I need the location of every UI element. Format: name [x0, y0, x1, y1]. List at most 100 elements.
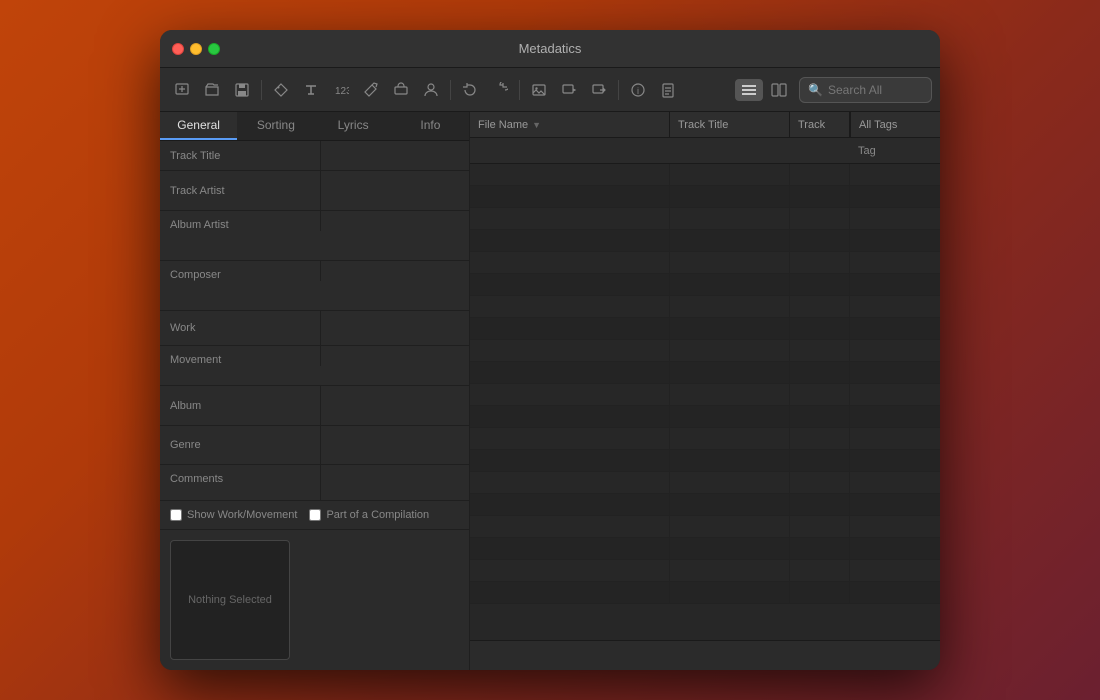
view-toggle [735, 79, 793, 101]
artwork-box[interactable]: Nothing Selected [170, 540, 290, 660]
table-row[interactable] [470, 516, 940, 538]
file-name-cell [470, 560, 670, 581]
file-rows [470, 164, 940, 640]
file-name-cell [470, 384, 670, 405]
table-row[interactable] [470, 450, 940, 472]
album-input[interactable] [320, 386, 469, 425]
text-icon[interactable] [297, 76, 325, 104]
table-row[interactable] [470, 582, 940, 604]
tab-lyrics[interactable]: Lyrics [315, 112, 392, 140]
track-title-cell [670, 252, 790, 273]
maximize-button[interactable] [208, 43, 220, 55]
tab-sorting[interactable]: Sorting [237, 112, 314, 140]
table-row[interactable] [470, 428, 940, 450]
minimize-button[interactable] [190, 43, 202, 55]
tag-cell [850, 494, 940, 515]
img-edit-icon[interactable] [555, 76, 583, 104]
image-icon[interactable] [525, 76, 553, 104]
compilation-checkbox[interactable]: Part of a Compilation [309, 509, 429, 521]
track-artist-label: Track Artist [160, 171, 320, 210]
tag-cell [850, 318, 940, 339]
info-icon[interactable]: i [624, 76, 652, 104]
window-title: Metadatics [519, 41, 582, 56]
number-icon[interactable]: 123 [327, 76, 355, 104]
track-title-cell [670, 274, 790, 295]
save-icon[interactable] [228, 76, 256, 104]
album-artist-row: Album Artist Track Number of [160, 211, 469, 261]
track-title-cell [670, 406, 790, 427]
composer-input[interactable] [320, 261, 469, 281]
compilation-input[interactable] [309, 509, 321, 521]
album-row: Album BPM [160, 386, 469, 426]
script-icon[interactable] [654, 76, 682, 104]
close-button[interactable] [172, 43, 184, 55]
track-title-cell [670, 362, 790, 383]
traffic-lights [172, 43, 220, 55]
separator-2 [450, 80, 451, 100]
rename-icon[interactable] [387, 76, 415, 104]
genre-input[interactable] [320, 426, 469, 464]
comments-input[interactable] [320, 465, 469, 500]
file-name-cell [470, 164, 670, 185]
artwork-label: Nothing Selected [188, 594, 272, 606]
table-row[interactable] [470, 208, 940, 230]
table-row[interactable] [470, 164, 940, 186]
table-row[interactable] [470, 362, 940, 384]
all-tags-header: All Tags [851, 112, 940, 138]
table-row[interactable] [470, 274, 940, 296]
tag-cell [850, 384, 940, 405]
redo-icon[interactable] [486, 76, 514, 104]
table-row[interactable] [470, 296, 940, 318]
file-name-header[interactable]: File Name ▼ [470, 112, 670, 137]
track-num-cell [790, 582, 850, 603]
search-input[interactable] [828, 83, 923, 97]
file-name-cell [470, 274, 670, 295]
toolbar: 123 i [160, 68, 940, 112]
sort-arrow: ▼ [532, 120, 541, 130]
table-row[interactable] [470, 406, 940, 428]
table-row[interactable] [470, 560, 940, 582]
separator-4 [618, 80, 619, 100]
file-name-cell [470, 450, 670, 471]
table-row[interactable] [470, 472, 940, 494]
view-column-button[interactable] [765, 79, 793, 101]
track-num-cell [790, 208, 850, 229]
comments-row: Comments [160, 465, 469, 500]
show-work-movement-checkbox[interactable]: Show Work/Movement [170, 509, 297, 521]
table-row[interactable] [470, 384, 940, 406]
table-row[interactable] [470, 318, 940, 340]
tag-icon[interactable] [267, 76, 295, 104]
table-row[interactable] [470, 538, 940, 560]
track-title-cell [670, 164, 790, 185]
album-artist-input[interactable] [320, 211, 469, 231]
track-title-cell [670, 208, 790, 229]
table-row[interactable] [470, 186, 940, 208]
tools-icon[interactable] [357, 76, 385, 104]
genre-label: Genre [160, 426, 320, 464]
tab-info[interactable]: Info [392, 112, 469, 140]
track-num-cell [790, 516, 850, 537]
person-icon[interactable] [417, 76, 445, 104]
movement-input[interactable] [320, 346, 469, 366]
show-work-movement-input[interactable] [170, 509, 182, 521]
tags-columns: Tag Value [850, 138, 940, 164]
svg-text:123: 123 [335, 86, 349, 97]
table-row[interactable] [470, 494, 940, 516]
table-row[interactable] [470, 340, 940, 362]
work-input[interactable] [320, 311, 469, 345]
undo-icon[interactable] [456, 76, 484, 104]
track-title-cell [670, 318, 790, 339]
track-artist-input[interactable] [320, 171, 469, 210]
track-num-header[interactable]: Track [790, 112, 850, 137]
import-icon[interactable] [168, 76, 196, 104]
track-title-input[interactable] [321, 141, 469, 170]
tab-general[interactable]: General [160, 112, 237, 140]
view-list-button[interactable] [735, 79, 763, 101]
file-name-cell [470, 494, 670, 515]
open-icon[interactable] [198, 76, 226, 104]
table-row[interactable] [470, 252, 940, 274]
table-row[interactable] [470, 230, 940, 252]
img-export-icon[interactable] [585, 76, 613, 104]
track-title-header[interactable]: Track Title [670, 112, 790, 137]
tag-cell [850, 516, 940, 537]
